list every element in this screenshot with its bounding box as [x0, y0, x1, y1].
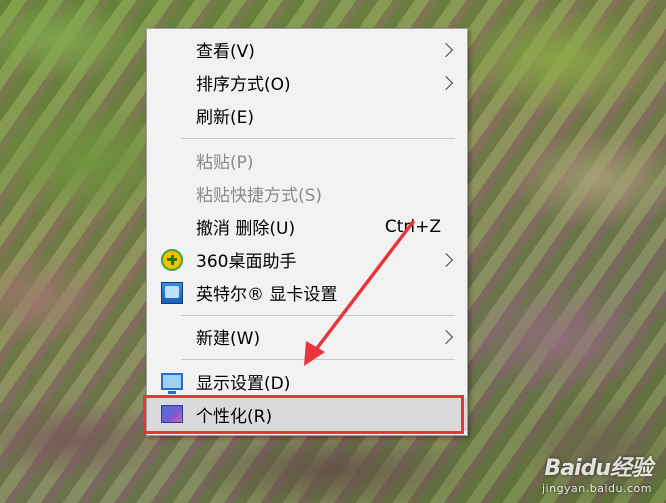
arrow-head [304, 341, 325, 366]
arrow-shaft [309, 220, 415, 358]
annotation-arrow [304, 220, 415, 366]
